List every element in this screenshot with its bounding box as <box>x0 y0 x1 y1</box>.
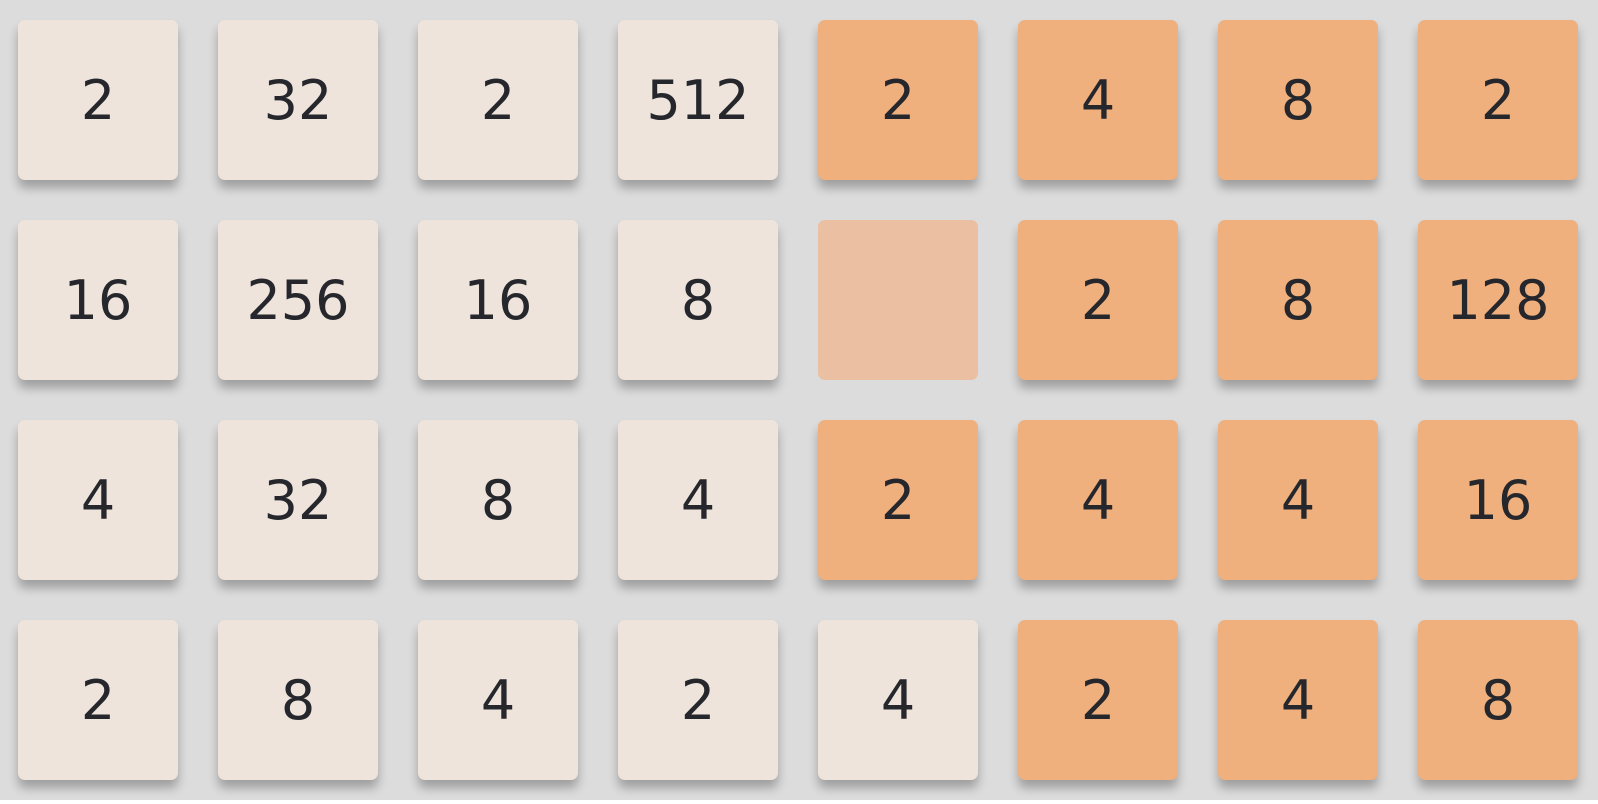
tile[interactable]: 2 <box>1418 20 1578 180</box>
tile[interactable]: 4 <box>618 420 778 580</box>
tile[interactable]: 32 <box>218 20 378 180</box>
tile[interactable]: 8 <box>418 420 578 580</box>
tile[interactable]: 8 <box>618 220 778 380</box>
tile[interactable]: 2 <box>1018 220 1178 380</box>
tile[interactable]: 4 <box>1218 420 1378 580</box>
tile[interactable]: 4 <box>418 620 578 780</box>
tile[interactable]: 4 <box>1018 20 1178 180</box>
tile[interactable]: 128 <box>1418 220 1578 380</box>
tile[interactable]: 2 <box>418 20 578 180</box>
tile[interactable]: 2 <box>618 620 778 780</box>
tile[interactable]: 4 <box>1018 420 1178 580</box>
tile[interactable]: 2 <box>818 20 978 180</box>
tile[interactable]: 2 <box>18 620 178 780</box>
empty-tile[interactable] <box>818 220 978 380</box>
tile[interactable]: 4 <box>18 420 178 580</box>
tile[interactable]: 2 <box>1018 620 1178 780</box>
game-board: 2 32 2 512 2 4 8 2 16 256 16 8 2 8 128 4 32 8 4 2 4 4 16 2 8 4 2 4 2… <box>0 0 1598 800</box>
tile[interactable]: 16 <box>1418 420 1578 580</box>
tile[interactable]: 8 <box>218 620 378 780</box>
tile[interactable]: 256 <box>218 220 378 380</box>
tile[interactable]: 512 <box>618 20 778 180</box>
tile[interactable]: 4 <box>818 620 978 780</box>
tile[interactable]: 8 <box>1418 620 1578 780</box>
tile[interactable]: 8 <box>1218 20 1378 180</box>
tile[interactable]: 32 <box>218 420 378 580</box>
tile[interactable]: 4 <box>1218 620 1378 780</box>
tile[interactable]: 16 <box>418 220 578 380</box>
tile[interactable]: 16 <box>18 220 178 380</box>
tile[interactable]: 2 <box>818 420 978 580</box>
tile[interactable]: 8 <box>1218 220 1378 380</box>
tile[interactable]: 2 <box>18 20 178 180</box>
